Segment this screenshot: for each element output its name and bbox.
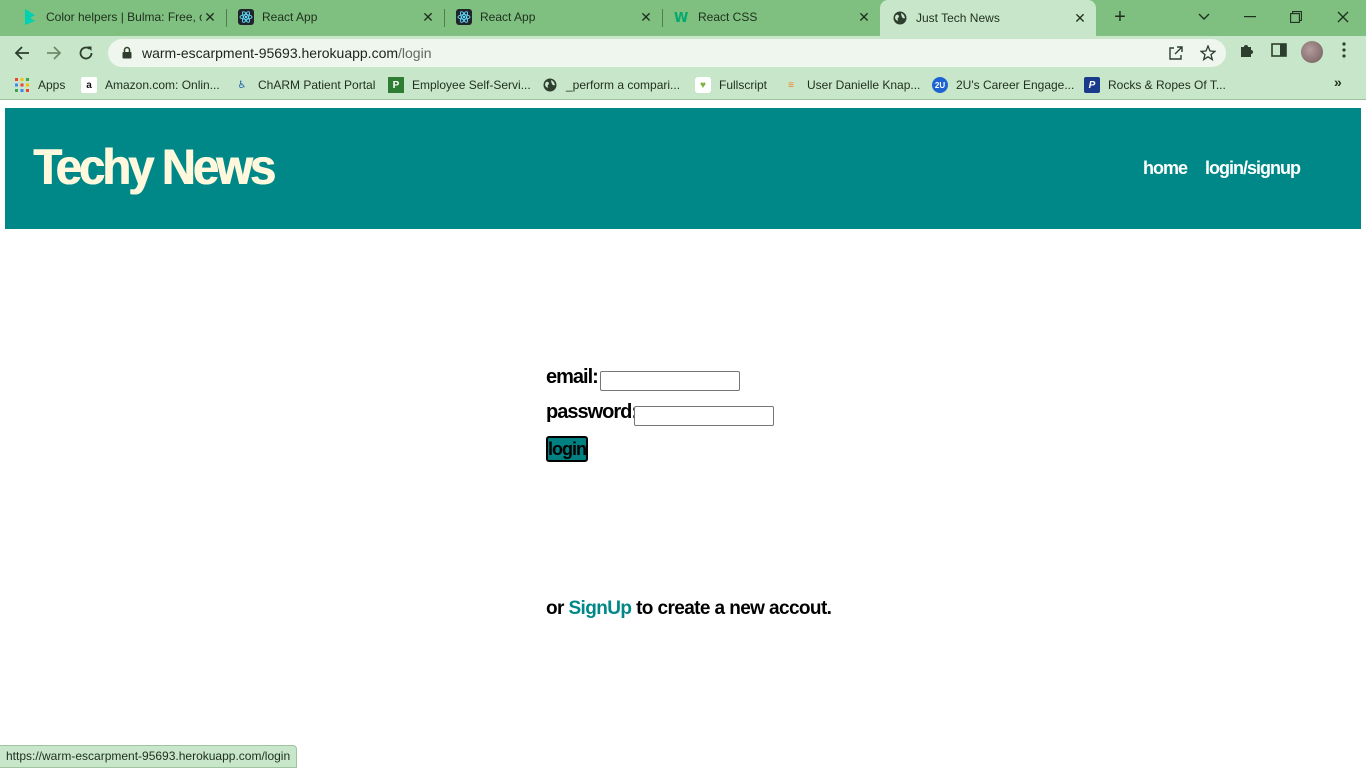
login-button[interactable]: login [546, 436, 588, 462]
url-text: warm-escarpment-95693.herokuapp.com/logi… [142, 45, 431, 61]
bookmark-charm[interactable]: ♿ ChARM Patient Portal [234, 76, 376, 94]
react-icon [238, 9, 254, 25]
tab-react-app-1[interactable]: React App ✕ [216, 0, 444, 34]
tab-bulma[interactable]: Color helpers | Bulma: Free, o ✕ [0, 0, 226, 34]
tab-title: Just Tech News [916, 11, 1000, 25]
url-path: /login [398, 45, 432, 61]
bookmark-label: Employee Self-Servi... [412, 78, 531, 92]
svg-text:W: W [674, 11, 688, 24]
close-icon[interactable]: ✕ [1072, 10, 1088, 26]
bookmark-apps[interactable]: Apps [14, 76, 65, 94]
browser-toolbar: warm-escarpment-95693.herokuapp.com/logi… [0, 36, 1366, 70]
tab-strip: Color helpers | Bulma: Free, o ✕ React A… [0, 0, 1366, 36]
w3-icon: W [674, 9, 690, 25]
forward-button[interactable] [41, 40, 67, 66]
bookmark-label: Fullscript [719, 78, 768, 92]
bookmark-perform-comparison[interactable]: _perform a compari... [542, 76, 680, 94]
status-url-bubble: https://warm-escarpment-95693.herokuapp.… [0, 745, 298, 768]
reading-list-icon[interactable] [1269, 40, 1289, 60]
paypal-icon: P [1084, 77, 1100, 93]
charm-icon: ♿ [237, 79, 247, 91]
close-icon[interactable]: ✕ [856, 9, 872, 25]
bookmark-label: _perform a compari... [566, 78, 681, 92]
url-host: warm-escarpment-95693.herokuapp.com [142, 45, 399, 61]
lock-icon [122, 46, 132, 64]
reload-button[interactable] [73, 40, 99, 66]
bookmark-label: User Danielle Knap... [807, 78, 921, 92]
tab-title: React App [262, 10, 318, 24]
tab-just-tech-news[interactable]: Just Tech News ✕ [880, 0, 1096, 36]
profile-avatar[interactable] [1301, 41, 1323, 63]
bookmarks-overflow-icon[interactable]: » [1334, 74, 1342, 90]
bookmark-label: Amazon.com: Onlin... [105, 78, 220, 92]
window-close-icon[interactable] [1331, 5, 1355, 29]
bookmark-label: Rocks & Ropes Of T... [1108, 78, 1226, 92]
amazon-icon: a [81, 77, 97, 93]
tab-react-app-2[interactable]: React App ✕ [434, 0, 662, 34]
tab-search-icon[interactable] [1192, 5, 1216, 29]
back-button[interactable] [9, 40, 35, 66]
bookmark-rocks-ropes[interactable]: P Rocks & Ropes Of T... [1084, 76, 1226, 94]
tab-title: Color helpers | Bulma: Free, o [46, 10, 202, 24]
minimize-icon[interactable] [1238, 5, 1262, 29]
email-label: email: [546, 366, 599, 388]
site-header: Techy News home login/signup [5, 108, 1361, 229]
share-icon[interactable] [1168, 45, 1184, 61]
tab-title: React App [480, 10, 536, 24]
nav-home-link[interactable]: home [1143, 158, 1188, 179]
bookmarks-bar: Apps a Amazon.com: Onlin... ♿ ChARM Pati… [0, 70, 1366, 100]
apps-grid-icon [14, 77, 30, 93]
signup-prefix: or [546, 598, 569, 619]
signup-prompt: or SignUp to create a new accout. [546, 598, 832, 620]
menu-dots-icon[interactable] [1334, 40, 1354, 60]
bookmark-label: ChARM Patient Portal [258, 78, 376, 92]
new-tab-button[interactable]: + [1108, 6, 1132, 30]
bookmark-user-danielle[interactable]: ≡ User Danielle Knap... [783, 76, 920, 94]
bookmark-amazon[interactable]: a Amazon.com: Onlin... [81, 76, 220, 94]
bulma-icon [22, 9, 38, 25]
bookmark-employee-self-service[interactable]: P Employee Self-Servi... [388, 76, 531, 94]
signup-suffix: to create a new accout. [631, 598, 832, 619]
stackoverflow-icon: ≡ [788, 79, 794, 91]
tab-react-css[interactable]: W React CSS ✕ [652, 0, 880, 34]
react-icon [456, 9, 472, 25]
globe-icon [542, 77, 558, 93]
bookmark-label: 2U's Career Engage... [956, 78, 1075, 92]
bookmark-label: Apps [38, 78, 66, 92]
paylocity-icon: P [388, 77, 404, 93]
restore-icon[interactable] [1284, 5, 1308, 29]
signup-link[interactable]: SignUp [568, 598, 632, 619]
bookmark-2u-career[interactable]: 2U 2U's Career Engage... [932, 76, 1074, 94]
address-bar[interactable]: warm-escarpment-95693.herokuapp.com/logi… [108, 39, 1226, 67]
password-field[interactable] [634, 406, 774, 426]
globe-icon [892, 10, 908, 26]
fullscript-icon: ♥ [695, 77, 711, 93]
2u-icon: 2U [932, 77, 948, 93]
password-label: password: [546, 401, 638, 423]
tab-title: React CSS [698, 10, 758, 24]
email-field[interactable] [600, 371, 740, 391]
bookmark-star-icon[interactable] [1200, 45, 1216, 61]
nav-login-signup-link[interactable]: login/signup [1205, 158, 1301, 179]
bookmark-fullscript[interactable]: ♥ Fullscript [695, 76, 767, 94]
extensions-icon[interactable] [1237, 40, 1257, 60]
site-title: Techy News [33, 139, 276, 195]
